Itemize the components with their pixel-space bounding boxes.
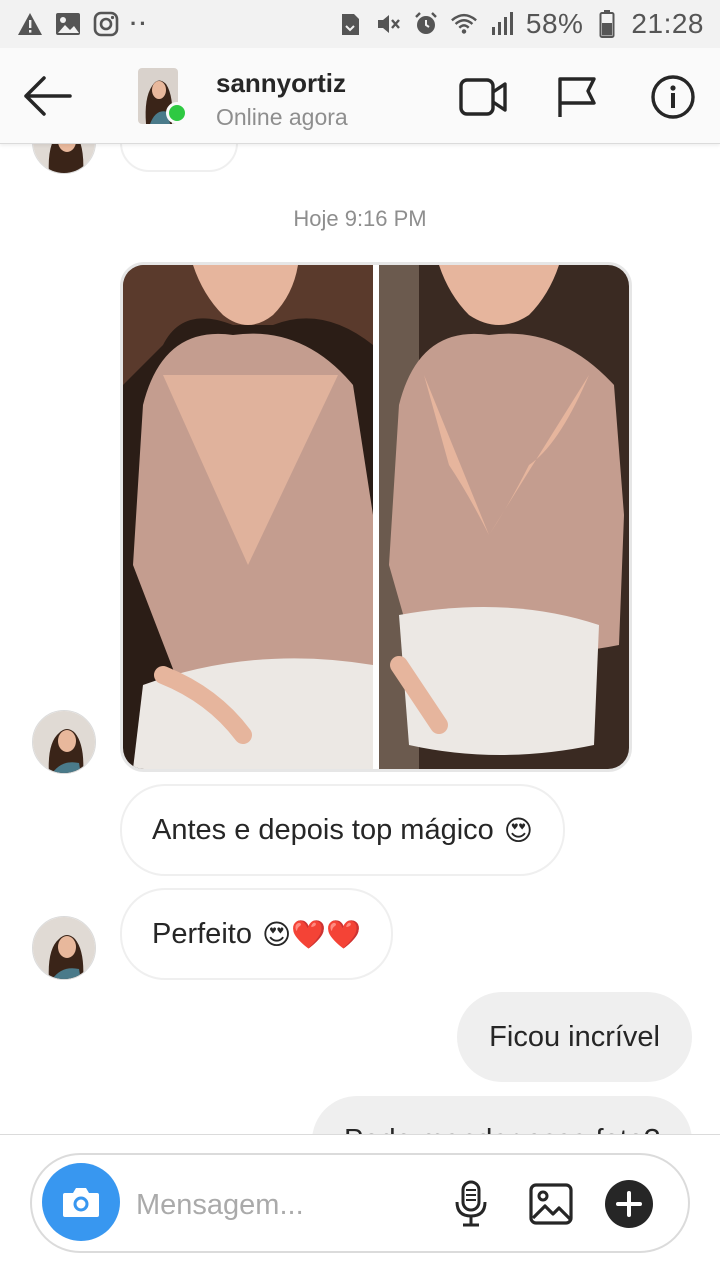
voice-message-button[interactable] bbox=[446, 1179, 496, 1229]
message-bubble-out[interactable]: Ficou incrível bbox=[457, 992, 692, 1082]
composer-bar bbox=[0, 1134, 720, 1280]
sender-avatar[interactable] bbox=[32, 144, 96, 174]
chat-status: Online agora bbox=[216, 104, 348, 130]
message-bubble-in[interactable]: Perfeito 😍❤️❤️ bbox=[120, 888, 393, 980]
photo-before bbox=[123, 265, 374, 769]
message-timestamp: Hoje 9:16 PM bbox=[293, 206, 427, 231]
microphone-icon bbox=[455, 1180, 487, 1227]
signal-icon bbox=[488, 10, 516, 38]
instagram-icon bbox=[92, 10, 120, 38]
photo-after bbox=[378, 265, 630, 769]
status-bar: ·· 58% 21:28 bbox=[0, 0, 720, 48]
flag-button[interactable] bbox=[552, 72, 602, 122]
status-bar-left: ·· bbox=[16, 10, 149, 38]
sender-avatar[interactable] bbox=[32, 710, 96, 774]
wifi-icon bbox=[450, 10, 478, 38]
video-camera-icon bbox=[459, 78, 507, 116]
warning-icon bbox=[16, 10, 44, 38]
alarm-icon bbox=[412, 10, 440, 38]
header-avatar[interactable] bbox=[136, 68, 188, 124]
message-text: Pode mandar essa foto? bbox=[344, 1124, 660, 1134]
photo-message[interactable] bbox=[120, 262, 632, 772]
camera-button[interactable] bbox=[42, 1163, 120, 1241]
image-icon bbox=[54, 10, 82, 38]
message-bubble-in[interactable]: Antes e depois top mágico 😍 bbox=[120, 784, 565, 876]
online-indicator bbox=[166, 102, 188, 124]
clock: 21:28 bbox=[631, 8, 704, 39]
heart-eyes-and-hearts-emoji: 😍❤️❤️ bbox=[261, 917, 361, 951]
more-notifications-icon: ·· bbox=[130, 11, 149, 36]
back-button[interactable] bbox=[20, 72, 74, 120]
gallery-icon bbox=[529, 1183, 573, 1225]
mute-icon bbox=[374, 10, 402, 38]
message-text: Perfeito bbox=[152, 917, 252, 950]
battery-percent: 58% bbox=[525, 8, 584, 39]
message-bubble-out-partial[interactable]: Pode mandar essa foto? bbox=[312, 1096, 692, 1134]
info-button[interactable] bbox=[648, 72, 698, 122]
message-composer bbox=[30, 1153, 690, 1253]
chat-header: sannyortiz Online agora bbox=[0, 48, 720, 144]
info-icon bbox=[651, 75, 695, 119]
video-call-button[interactable] bbox=[458, 72, 508, 122]
chat-username[interactable]: sannyortiz bbox=[216, 68, 346, 99]
camera-icon bbox=[63, 1188, 99, 1217]
message-text: Ficou incrível bbox=[489, 1020, 660, 1053]
gallery-button[interactable] bbox=[526, 1179, 576, 1229]
message-input[interactable] bbox=[136, 1185, 436, 1225]
save-icon bbox=[336, 10, 364, 38]
message-list[interactable]: Hoje 9:16 PM Antes e depois top mágico 😍… bbox=[0, 144, 720, 1134]
status-bar-right: 58% 21:28 bbox=[336, 8, 704, 40]
more-options-button[interactable] bbox=[604, 1179, 654, 1229]
flag-icon bbox=[558, 77, 596, 117]
arrow-left-icon bbox=[24, 76, 72, 116]
message-bubble-partial[interactable] bbox=[120, 144, 238, 172]
plus-circle-icon bbox=[605, 1180, 653, 1228]
battery-icon bbox=[593, 10, 621, 38]
heart-eyes-emoji: 😍 bbox=[503, 813, 533, 847]
sender-avatar[interactable] bbox=[32, 916, 96, 980]
message-text: Antes e depois top mágico bbox=[152, 813, 494, 846]
